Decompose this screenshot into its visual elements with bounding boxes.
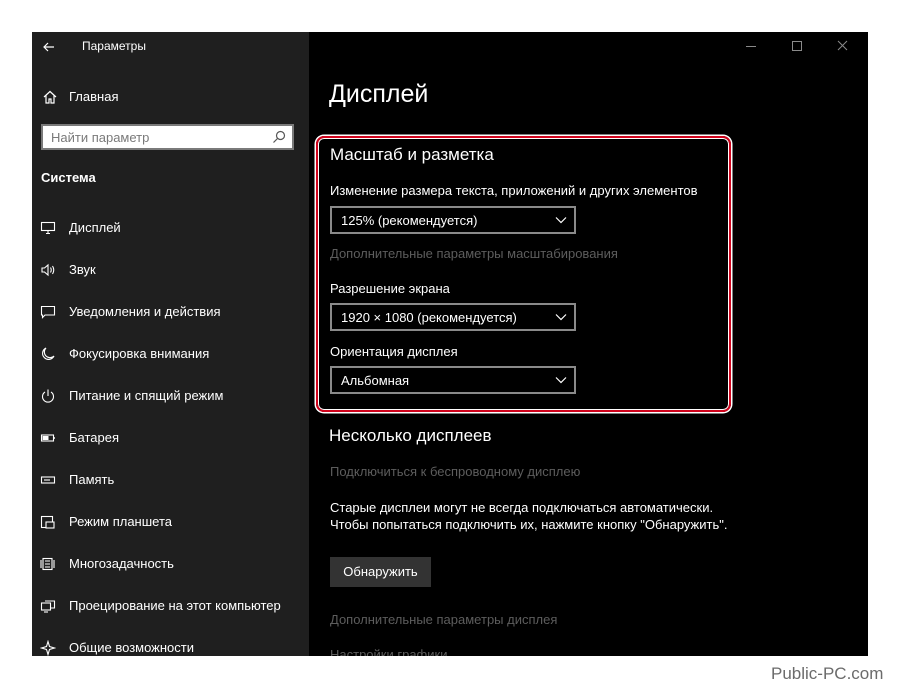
sidebar-item-storage[interactable]: Память: [32, 460, 309, 502]
sidebar-item-label: Батарея: [69, 430, 120, 445]
minimize-icon: [746, 46, 756, 47]
wireless-display-link[interactable]: Подключиться к беспроводному дисплею: [330, 464, 580, 479]
sidebar-item-label: Питание и спящий режим: [69, 388, 224, 403]
minimize-button[interactable]: [728, 32, 774, 62]
sidebar-item-focus[interactable]: Фокусировка внимания: [32, 334, 309, 376]
scale-size-label: Изменение размера текста, приложений и д…: [330, 183, 698, 198]
orientation-dropdown[interactable]: Альбомная: [330, 366, 576, 394]
scale-size-dropdown[interactable]: 125% (рекомендуется): [330, 206, 576, 234]
sidebar-item-home[interactable]: Главная: [32, 82, 309, 112]
sidebar-item-label: Общие возможности: [69, 640, 195, 655]
title-bar: Параметры: [32, 32, 309, 62]
home-label: Главная: [69, 89, 119, 104]
sidebar-item-sound[interactable]: Звук: [32, 250, 309, 292]
close-button[interactable]: [820, 32, 866, 62]
shared-icon: [40, 640, 56, 656]
sidebar-item-notifications[interactable]: Уведомления и действия: [32, 292, 309, 334]
advanced-display-link[interactable]: Дополнительные параметры дисплея: [330, 612, 557, 627]
group-title-scale: Масштаб и разметка: [330, 145, 494, 164]
chevron-down-icon: [555, 217, 567, 224]
sidebar-item-label: Уведомления и действия: [69, 304, 221, 319]
sidebar-item-projecting[interactable]: Проецирование на этот компьютер: [32, 586, 309, 628]
sidebar-item-tablet[interactable]: Режим планшета: [32, 502, 309, 544]
screenshot-canvas: Параметры Главная Система Дисплей Звук: [0, 0, 900, 687]
chevron-down-icon: [555, 314, 567, 321]
chevron-down-icon: [555, 377, 567, 384]
monitor-icon: [40, 221, 56, 235]
moon-icon: [42, 347, 55, 360]
sidebar-item-label: Многозадачность: [69, 556, 174, 571]
storage-icon: [40, 476, 56, 484]
battery-icon: [40, 434, 55, 442]
multitask-icon: [40, 557, 55, 571]
power-icon: [41, 389, 55, 403]
back-arrow-icon[interactable]: [40, 38, 58, 56]
sidebar-item-display[interactable]: Дисплей: [32, 208, 309, 250]
home-icon: [43, 90, 57, 104]
sidebar: Параметры Главная Система Дисплей Звук: [32, 32, 309, 656]
maximize-button[interactable]: [774, 32, 820, 62]
window-controls: [728, 32, 868, 62]
sidebar-item-label: Память: [69, 472, 115, 487]
resolution-dropdown[interactable]: 1920 × 1080 (рекомендуется): [330, 303, 576, 331]
settings-window: Параметры Главная Система Дисплей Звук: [32, 32, 868, 656]
app-title: Параметры: [82, 39, 146, 53]
sidebar-item-shared[interactable]: Общие возможности: [32, 628, 309, 656]
watermark-text: Public-PC.com: [771, 664, 884, 683]
sidebar-item-label: Режим планшета: [69, 514, 172, 529]
resolution-value: 1920 × 1080 (рекомендуется): [341, 310, 517, 325]
search-icon[interactable]: [272, 130, 286, 144]
tablet-icon: [40, 515, 55, 529]
sidebar-item-label: Фокусировка внимания: [69, 346, 210, 361]
orientation-value: Альбомная: [341, 373, 410, 388]
sidebar-item-battery[interactable]: Батарея: [32, 418, 309, 460]
sidebar-item-label: Дисплей: [69, 220, 121, 235]
search-input[interactable]: [43, 126, 263, 148]
search-box[interactable]: [41, 124, 294, 150]
orientation-label: Ориентация дисплея: [330, 344, 458, 359]
project-icon: [40, 600, 56, 613]
sidebar-item-multitasking[interactable]: Многозадачность: [32, 544, 309, 586]
resolution-label: Разрешение экрана: [330, 281, 450, 296]
graphics-settings-link[interactable]: Настройки графики: [330, 647, 447, 656]
scale-size-value: 125% (рекомендуется): [341, 213, 478, 228]
sidebar-item-label: Проецирование на этот компьютер: [69, 598, 281, 613]
sidebar-item-power[interactable]: Питание и спящий режим: [32, 376, 309, 418]
close-icon: [837, 40, 848, 51]
section-label-system: Система: [41, 170, 96, 185]
sidebar-nav: Дисплей Звук Уведомления и действия Фоку…: [32, 208, 309, 656]
speaker-icon: [41, 263, 55, 277]
main-content: Дисплей Масштаб и разметка Изменение раз…: [309, 32, 868, 656]
maximize-icon: [792, 41, 802, 51]
group-title-multiple-displays: Несколько дисплеев: [329, 426, 492, 445]
sidebar-item-label: Звук: [69, 262, 96, 277]
advanced-scaling-link[interactable]: Дополнительные параметры масштабирования: [330, 246, 618, 261]
detect-description: Старые дисплеи могут не всегда подключат…: [330, 500, 728, 532]
page-title: Дисплей: [329, 80, 429, 108]
notification-icon: [40, 305, 56, 319]
detect-button[interactable]: Обнаружить: [330, 557, 431, 587]
